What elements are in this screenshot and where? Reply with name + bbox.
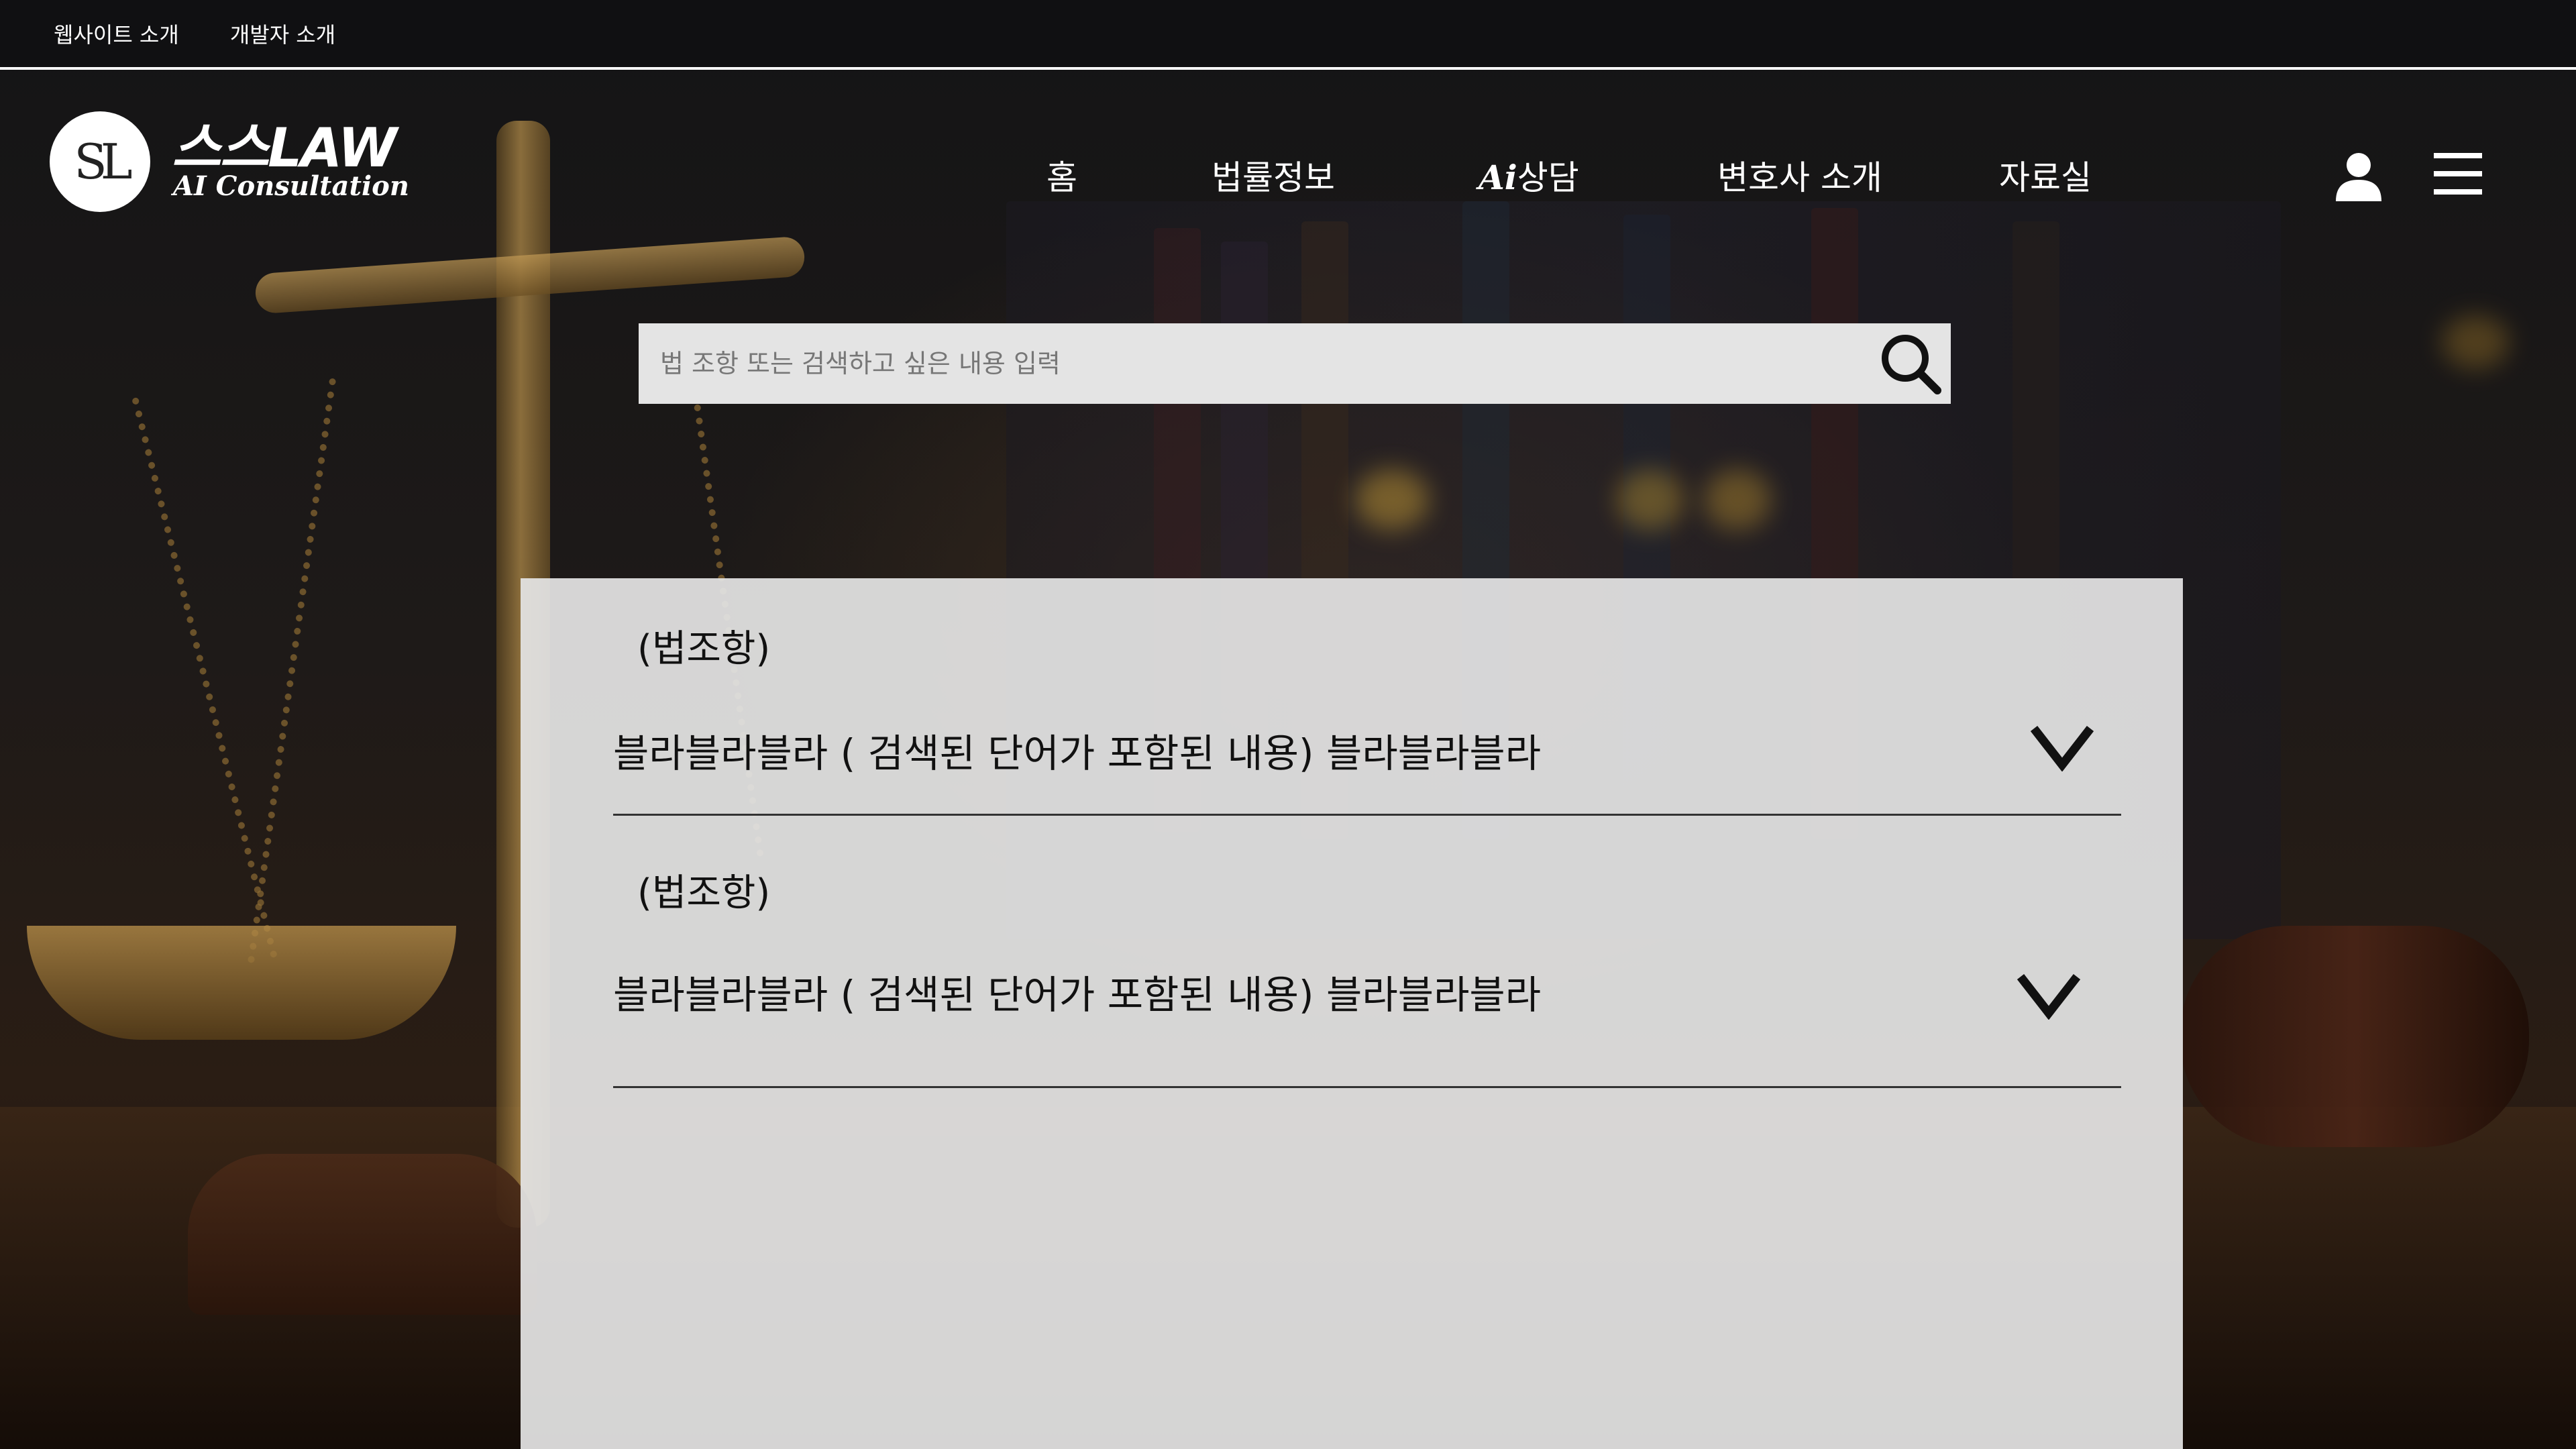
- search-button[interactable]: [1870, 323, 1951, 404]
- topbar-link-site-intro[interactable]: 웹사이트 소개: [54, 18, 179, 49]
- nav-item-label: 자료실: [1999, 158, 2092, 197]
- nav-item-resources[interactable]: 자료실: [1999, 151, 2092, 199]
- law-article-label: (법조항): [637, 627, 771, 671]
- search-icon: [1882, 335, 1941, 394]
- nav-item-label: 상담: [1517, 158, 1579, 197]
- chevron-down-icon[interactable]: [2030, 723, 2094, 771]
- result-content: 블라블라블라 ( 검색된 단어가 포함된 내용) 블라블라블라: [613, 731, 1542, 776]
- nav-item-ai-consult[interactable]: Ai상담: [1479, 151, 1579, 199]
- search-input[interactable]: [639, 323, 1870, 404]
- chevron-down-icon[interactable]: [2017, 971, 2081, 1020]
- nav-item-legal-info[interactable]: 법률정보: [1212, 151, 1335, 199]
- nav-item-lawyers[interactable]: 변호사 소개: [1717, 151, 1882, 199]
- nav-item-label: 법률정보: [1212, 158, 1335, 197]
- nav-item-home[interactable]: 홈: [1046, 151, 1077, 199]
- nav-item-label: 변호사 소개: [1717, 158, 1882, 197]
- hamburger-menu-icon[interactable]: [2434, 152, 2482, 196]
- law-article-label: (법조항): [637, 871, 771, 915]
- result-item[interactable]: (법조항) 블라블라블라 ( 검색된 단어가 포함된 내용) 블라블라블라: [613, 816, 2121, 1088]
- top-utility-bar: 웹사이트 소개 개발자 소개: [0, 0, 2576, 70]
- main-nav: 홈 법률정보 Ai상담 변호사 소개 자료실: [0, 151, 2576, 198]
- nav-item-label: 홈: [1046, 158, 1077, 197]
- result-item[interactable]: (법조항) 블라블라블라 ( 검색된 단어가 포함된 내용) 블라블라블라: [613, 578, 2121, 816]
- result-content: 블라블라블라 ( 검색된 단어가 포함된 내용) 블라블라블라: [613, 972, 1542, 1018]
- user-icon[interactable]: [2333, 152, 2384, 203]
- topbar-link-developer-intro[interactable]: 개발자 소개: [230, 18, 335, 49]
- nav-item-prefix: Ai: [1479, 158, 1517, 197]
- search-results-panel: (법조항) 블라블라블라 ( 검색된 단어가 포함된 내용) 블라블라블라 (법…: [521, 578, 2183, 1449]
- search-bar: [639, 323, 1951, 404]
